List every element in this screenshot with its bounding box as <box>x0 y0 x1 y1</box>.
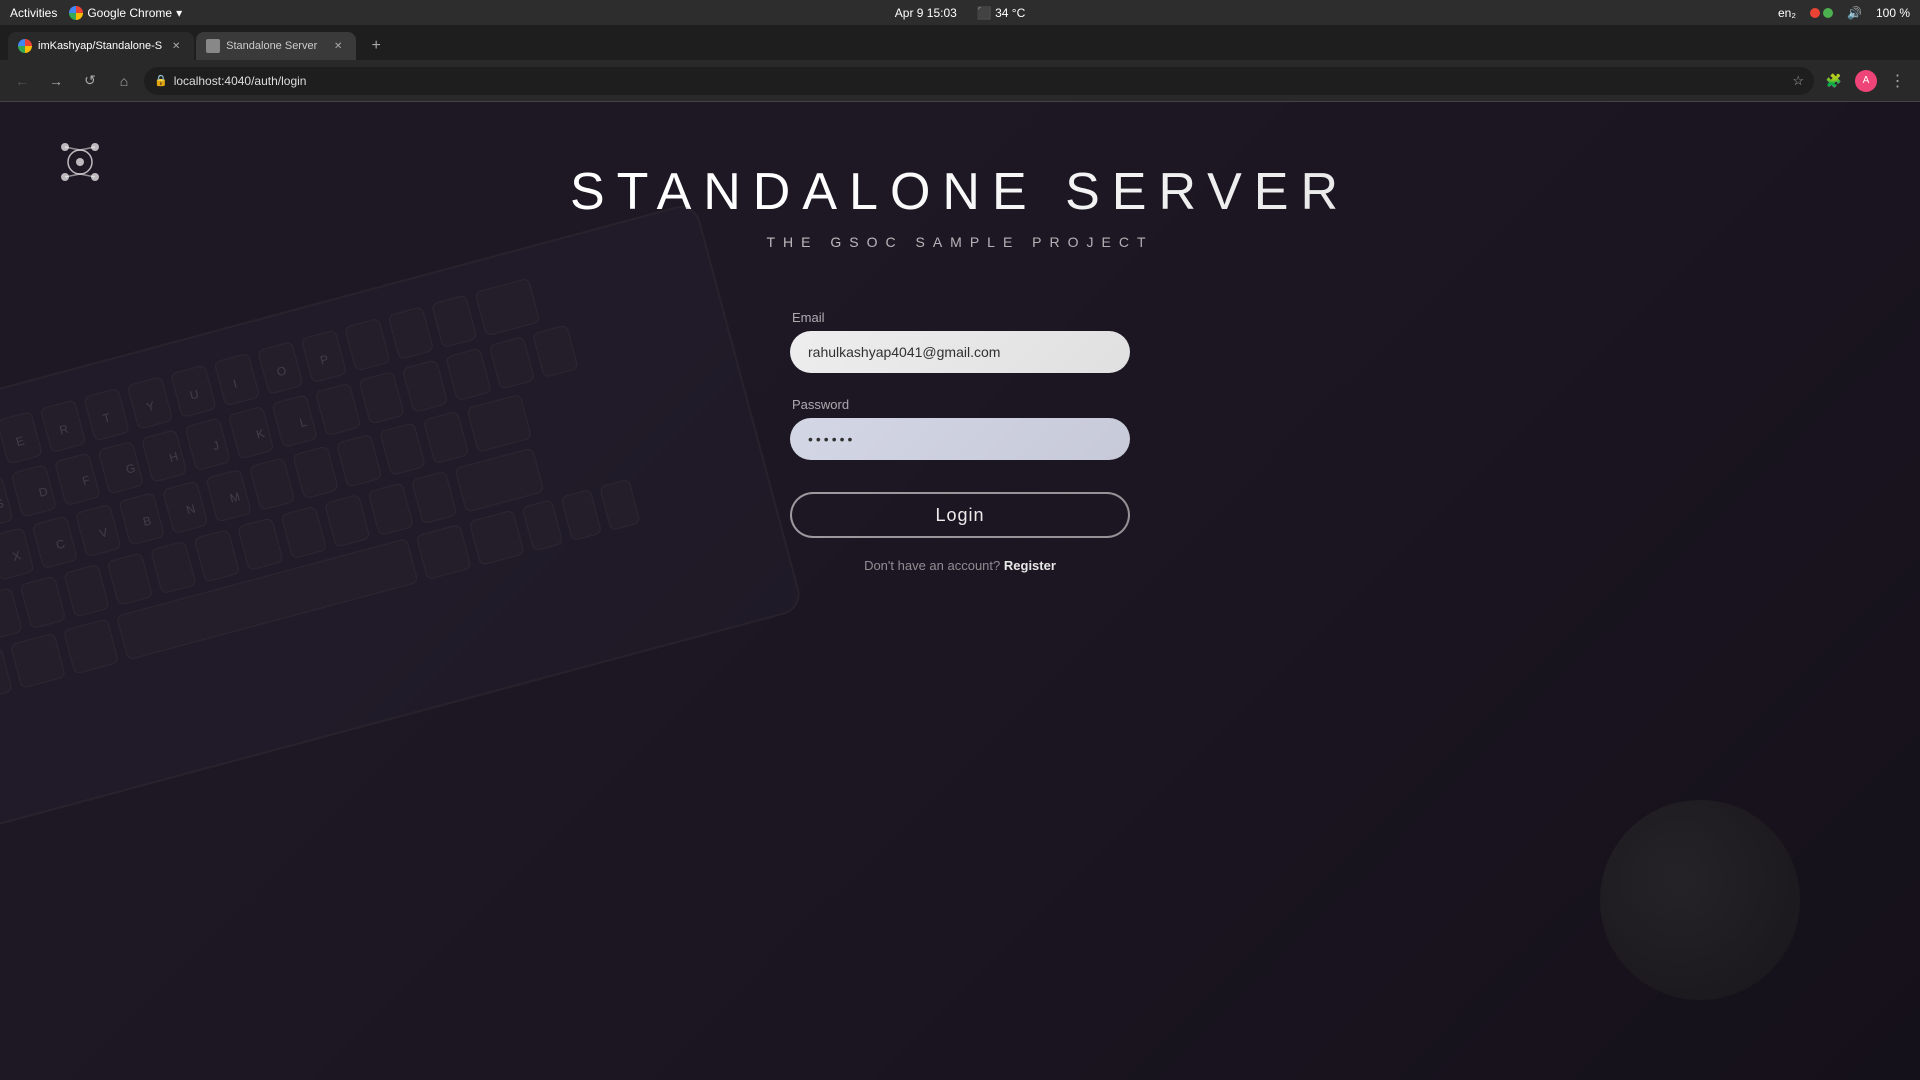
new-tab-button[interactable]: + <box>362 32 390 60</box>
home-button[interactable]: ⌂ <box>110 67 138 95</box>
tray-dot-green <box>1823 8 1833 18</box>
os-battery: 100 % <box>1876 6 1910 20</box>
os-temperature: ⬛ 34 °C <box>977 6 1025 20</box>
tab2-favicon-icon <box>206 39 220 53</box>
reload-button[interactable]: ↺ <box>76 67 104 95</box>
tab-2[interactable]: Standalone Server ✕ <box>196 32 356 60</box>
account-button[interactable]: A <box>1852 67 1880 95</box>
os-topbar-right: en₂ 🔊 100 % <box>1778 6 1910 20</box>
chrome-favicon-icon: Google Chrome ▾ <box>69 6 182 20</box>
os-lang[interactable]: en₂ <box>1778 6 1796 20</box>
tab-1[interactable]: imKashyap/Standalone-S ✕ <box>8 32 194 60</box>
os-topbar-left: Activities Google Chrome ▾ <box>10 6 182 20</box>
profile-avatar[interactable]: A <box>1855 70 1877 92</box>
os-topbar: Activities Google Chrome ▾ Apr 9 15:03 ⬛… <box>0 0 1920 25</box>
app-logo <box>50 132 110 197</box>
chrome-window: imKashyap/Standalone-S ✕ Standalone Serv… <box>0 25 1920 1080</box>
lock-icon: 🔒 <box>154 74 168 87</box>
tray-dots <box>1810 8 1833 18</box>
coffee-cup-decoration <box>1600 800 1800 1000</box>
address-bar-right: 🧩 A ⋮ <box>1820 67 1912 95</box>
extensions-button[interactable]: 🧩 <box>1820 67 1848 95</box>
url-bar[interactable]: 🔒 localhost:4040/auth/login ☆ <box>144 67 1814 95</box>
tab1-title: imKashyap/Standalone-S <box>38 40 162 52</box>
os-volume-icon[interactable]: 🔊 <box>1847 6 1862 20</box>
os-datetime: Apr 9 15:03 <box>895 6 957 20</box>
os-activities-label[interactable]: Activities <box>10 6 57 20</box>
tab1-close-button[interactable]: ✕ <box>168 38 184 54</box>
tab2-close-button[interactable]: ✕ <box>330 38 346 54</box>
tab1-favicon-icon <box>18 39 32 53</box>
page-content: QWE RTY UIO P ASD FGH JKL ZXC VBN M <box>0 102 1920 1080</box>
os-browser-name: Google Chrome <box>87 6 172 20</box>
star-icon[interactable]: ☆ <box>1792 73 1804 89</box>
os-topbar-center: Apr 9 15:03 ⬛ 34 °C <box>895 6 1025 20</box>
address-bar: ← → ↺ ⌂ 🔒 localhost:4040/auth/login ☆ 🧩 … <box>0 60 1920 102</box>
url-text: localhost:4040/auth/login <box>174 74 1787 88</box>
tab2-title: Standalone Server <box>226 40 324 52</box>
forward-button[interactable]: → <box>42 67 70 95</box>
os-browser-chevron[interactable]: ▾ <box>176 6 182 20</box>
tab-bar: imKashyap/Standalone-S ✕ Standalone Serv… <box>0 25 1920 60</box>
tray-dot-red <box>1810 8 1820 18</box>
menu-button[interactable]: ⋮ <box>1884 67 1912 95</box>
login-background: QWE RTY UIO P ASD FGH JKL ZXC VBN M <box>0 102 1920 1080</box>
keyboard-svg: QWE RTY UIO P ASD FGH JKL ZXC VBN M <box>0 102 875 957</box>
back-button[interactable]: ← <box>8 67 36 95</box>
